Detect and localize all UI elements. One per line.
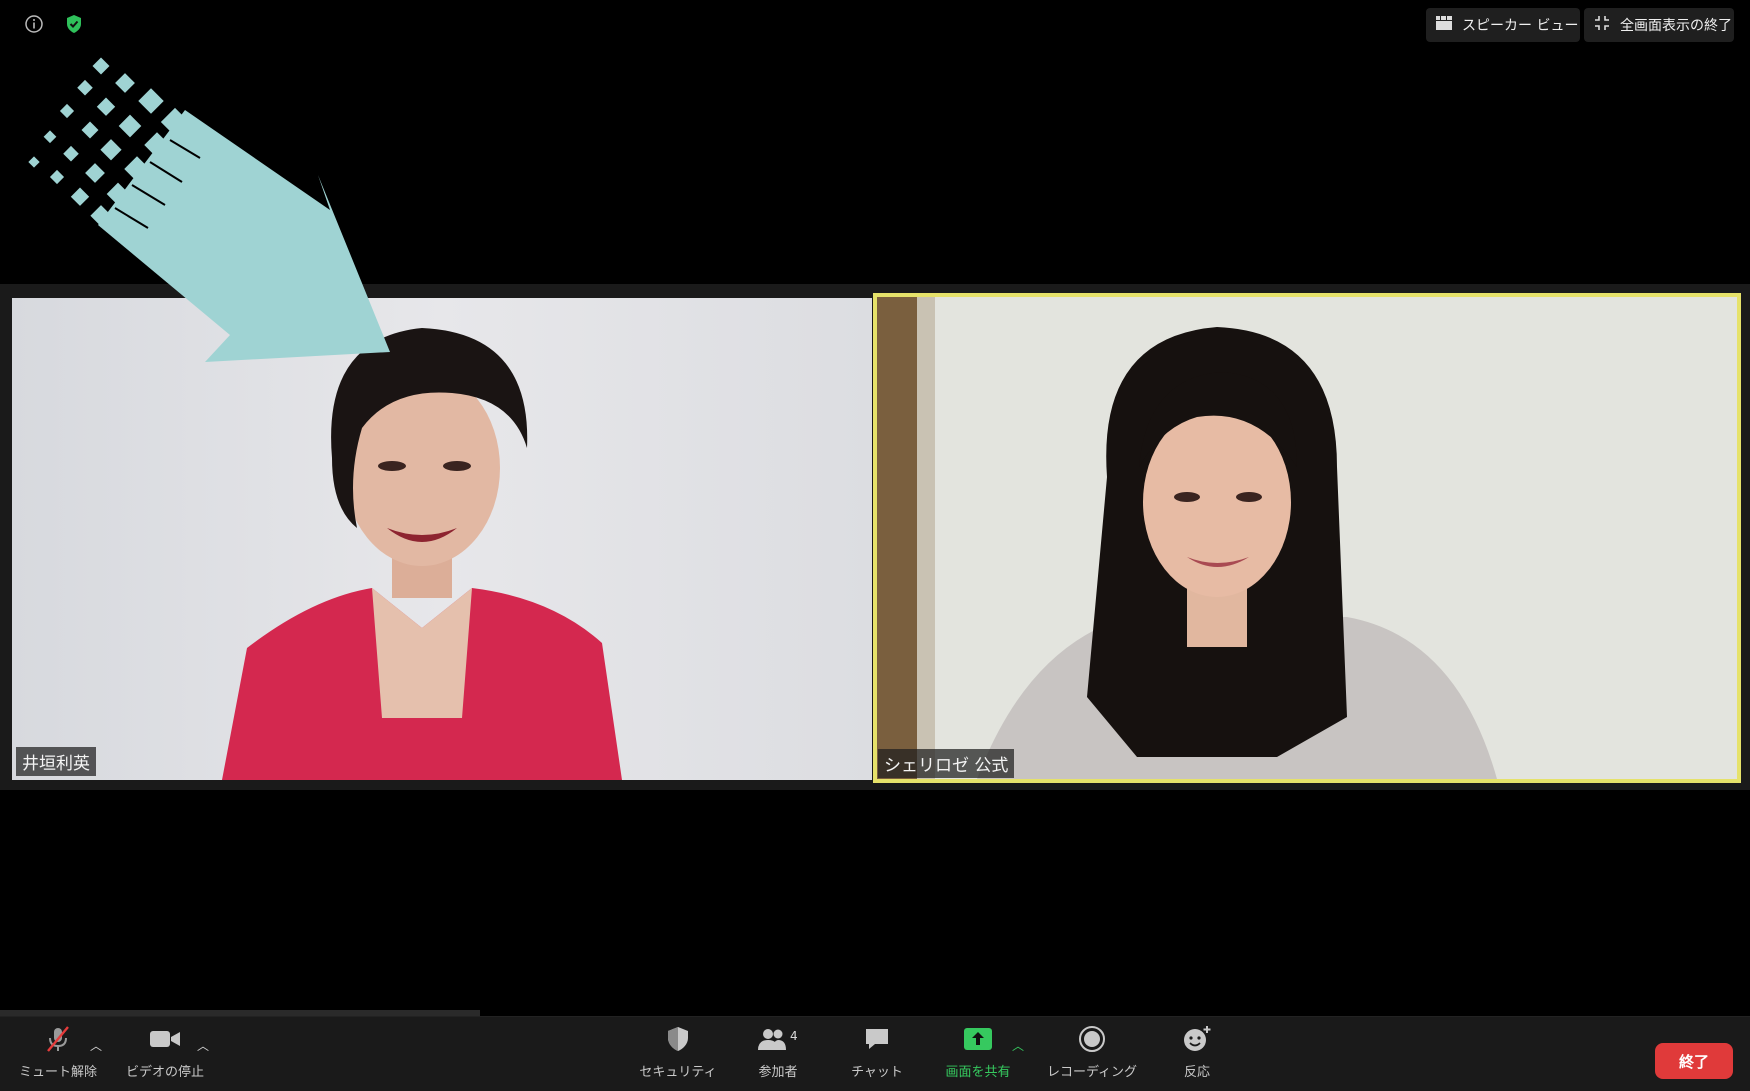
top-bar: スピーカー ビュー 全画面表示の終了: [0, 0, 1750, 50]
participant-name-tag: 井垣利英: [16, 747, 96, 776]
participant-video: [877, 297, 1737, 779]
share-screen-label: 画面を共有: [945, 1065, 1011, 1080]
mic-options-caret[interactable]: ︿: [90, 1037, 102, 1054]
participant-tile-1[interactable]: 井垣利英: [12, 298, 872, 780]
people-icon: 4: [756, 1019, 800, 1059]
grid-icon: [1436, 16, 1452, 34]
participant-tile-2-active-speaker[interactable]: シェリロゼ 公式: [873, 293, 1741, 783]
share-screen-icon: [963, 1019, 993, 1059]
reactions-label: 反応: [1183, 1065, 1210, 1080]
record-icon: [1078, 1019, 1106, 1059]
chat-bubble-icon: [863, 1019, 891, 1059]
exit-fullscreen-label: 全画面表示の終了: [1620, 18, 1732, 34]
chat-label: チャット: [851, 1065, 903, 1080]
participants-label: 参加者: [758, 1065, 798, 1080]
camera-icon: [149, 1019, 181, 1059]
participant-name-tag: シェリロゼ 公式: [878, 749, 1015, 778]
participant-video: [12, 298, 872, 780]
meeting-toolbar: ミュート解除 ︿ ビデオの停止 ︿ セキュリティ 4 参加者 チャット 画面を共…: [0, 1016, 1750, 1091]
shrink-icon: [1594, 15, 1610, 35]
security-label: セキュリティ: [639, 1065, 717, 1080]
exit-fullscreen-button[interactable]: 全画面表示の終了: [1584, 8, 1734, 42]
security-shield-icon: [666, 1019, 690, 1059]
speaker-view-button[interactable]: スピーカー ビュー: [1426, 8, 1580, 42]
unmute-button[interactable]: ミュート解除: [14, 1019, 102, 1089]
participants-count: 4: [790, 1029, 798, 1043]
record-button[interactable]: レコーディング: [1042, 1019, 1142, 1089]
reactions-button[interactable]: 反応: [1172, 1019, 1222, 1089]
share-options-caret[interactable]: ︿: [1012, 1037, 1024, 1054]
participants-button[interactable]: 4 参加者: [742, 1019, 814, 1089]
info-icon[interactable]: [22, 12, 46, 36]
end-meeting-button[interactable]: 終了: [1655, 1043, 1733, 1079]
reaction-icon: [1182, 1019, 1212, 1059]
chat-button[interactable]: チャット: [842, 1019, 912, 1089]
stop-video-button[interactable]: ビデオの停止: [120, 1019, 210, 1089]
video-options-caret[interactable]: ︿: [197, 1037, 209, 1054]
security-button[interactable]: セキュリティ: [630, 1019, 726, 1089]
stop-video-label: ビデオの停止: [125, 1065, 204, 1080]
record-label: レコーディング: [1046, 1065, 1138, 1080]
shield-check-icon[interactable]: [62, 12, 86, 36]
unmute-label: ミュート解除: [18, 1065, 97, 1080]
speaker-view-label: スピーカー ビュー: [1462, 18, 1579, 34]
share-screen-button[interactable]: 画面を共有: [940, 1019, 1016, 1089]
video-stage: 井垣利英 シェリロゼ 公式: [0, 284, 1750, 790]
mic-muted-icon: [43, 1019, 73, 1059]
